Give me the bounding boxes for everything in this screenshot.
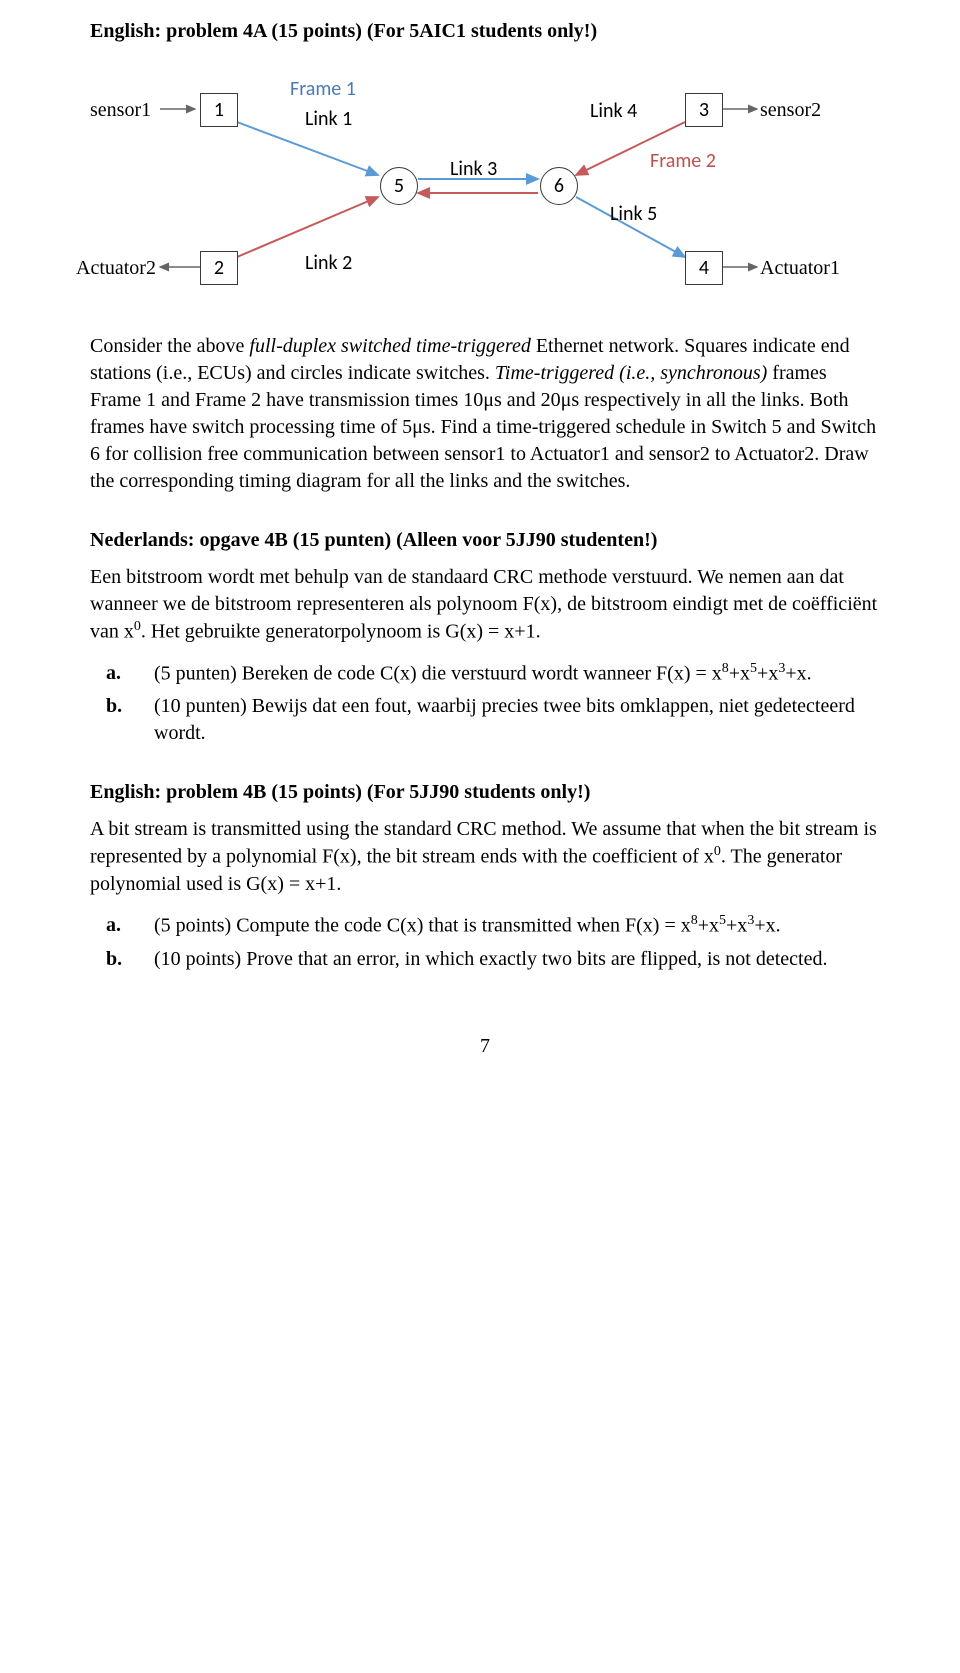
node-3: 3 [685, 93, 723, 127]
nl-a-text: (5 punten) Bereken de code C(x) die vers… [154, 660, 880, 688]
node-4: 4 [685, 251, 723, 285]
nl-item-b: b. (10 punten) Bewijs dat een fout, waar… [90, 693, 880, 747]
label-b-2: b. [90, 946, 154, 973]
problem-4a-en-title: English: problem 4A (15 points) (For 5AI… [90, 18, 880, 45]
en-item-a: a. (5 points) Compute the code C(x) that… [90, 912, 880, 940]
label-sensor1: sensor1 [90, 99, 151, 122]
nl-b-text: (10 punten) Bewijs dat een fout, waarbij… [154, 693, 880, 747]
en-b-text: (10 points) Prove that an error, in whic… [154, 946, 880, 973]
label-actuator1: Actuator1 [760, 257, 840, 280]
label-frame2: Frame 2 [650, 149, 716, 173]
node-5: 5 [380, 167, 418, 205]
node-2: 2 [200, 251, 238, 285]
problem-4b-nl-title: Nederlands: opgave 4B (15 punten) (Allee… [90, 527, 880, 554]
node-6: 6 [540, 167, 578, 205]
page-number: 7 [90, 1033, 880, 1060]
en-item-b: b. (10 points) Prove that an error, in w… [90, 946, 880, 973]
label-frame1: Frame 1 [290, 77, 356, 101]
label-a-2: a. [90, 912, 154, 940]
problem-4b-nl-intro: Een bitstroom wordt met behulp van de st… [90, 564, 880, 646]
nl-item-a: a. (5 punten) Bereken de code C(x) die v… [90, 660, 880, 688]
label-b: b. [90, 693, 154, 747]
label-a: a. [90, 660, 154, 688]
label-sensor2: sensor2 [760, 99, 821, 122]
node-1: 1 [200, 93, 238, 127]
label-link2: Link 2 [305, 251, 352, 275]
problem-4b-en-intro: A bit stream is transmitted using the st… [90, 816, 880, 898]
problem-4a-en-body: Consider the above full-duplex switched … [90, 333, 880, 495]
label-link5: Link 5 [610, 202, 657, 226]
label-link1: Link 1 [305, 107, 352, 131]
en-a-text: (5 points) Compute the code C(x) that is… [154, 912, 880, 940]
problem-4b-en-title: English: problem 4B (15 points) (For 5JJ… [90, 779, 880, 806]
label-actuator2: Actuator2 [76, 257, 156, 280]
network-diagram: sensor1 1 Frame 1 Link 1 3 Link 4 sensor… [90, 67, 870, 317]
label-link4: Link 4 [590, 99, 637, 123]
label-link3: Link 3 [450, 157, 497, 181]
